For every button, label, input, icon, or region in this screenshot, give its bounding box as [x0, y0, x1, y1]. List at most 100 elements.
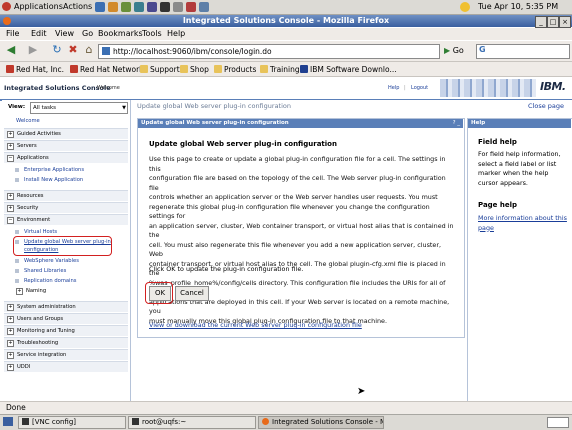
nav-section-applications[interactable]: − Applications — [4, 152, 128, 163]
menu-help[interactable]: Help — [167, 29, 185, 38]
nav-section-environment[interactable]: − Environment — [4, 214, 128, 225]
maximize-icon[interactable]: □ — [547, 16, 559, 28]
applications-menu[interactable]: Applications — [14, 2, 63, 11]
nav-section-service-integration[interactable]: + Service integration — [4, 349, 128, 360]
bookmark-folder[interactable]: Shop — [180, 65, 209, 74]
nav-section-monitoring-and-tuning[interactable]: + Monitoring and Tuning — [4, 325, 128, 336]
workspace-switcher[interactable] — [547, 417, 569, 428]
cancel-button[interactable]: Cancel — [175, 286, 209, 301]
bookmark-item[interactable]: Red Hat, Inc. — [6, 65, 64, 74]
chevron-down-icon: ▼ — [122, 105, 126, 111]
expand-icon: + — [16, 288, 23, 295]
stop-icon[interactable]: ✖ — [66, 43, 80, 57]
nav-item-enterprise-applications[interactable]: Enterprise Applications — [14, 167, 84, 173]
go-button[interactable]: ▶ Go — [444, 46, 464, 55]
clock[interactable]: Tue Apr 10, 5:35 PM — [478, 2, 558, 11]
nav-item-shared-libraries[interactable]: Shared Libraries — [14, 268, 66, 274]
writer-launcher-icon[interactable] — [121, 2, 131, 12]
minimize-icon[interactable]: _ — [535, 16, 547, 28]
banner-pattern — [440, 79, 536, 97]
window-titlebar: Integrated Solutions Console - Mozilla F… — [0, 15, 572, 27]
browser-launcher-icon[interactable] — [95, 2, 105, 12]
status-bar: Done — [0, 401, 572, 414]
field-help-heading: Field help — [478, 138, 517, 146]
nav-section-servers[interactable]: + Servers — [4, 140, 128, 151]
actions-menu[interactable]: Actions — [63, 2, 92, 11]
portlet-controls-icon[interactable]: ? _ — [453, 119, 460, 128]
forward-icon[interactable]: ▶ — [26, 43, 40, 57]
nav-section-troubleshooting[interactable]: + Troubleshooting — [4, 337, 128, 348]
go-arrow-icon: ▶ — [444, 46, 451, 55]
reload-icon[interactable]: ↻ — [50, 43, 64, 57]
close-page-link[interactable]: Close page — [528, 102, 564, 110]
expand-icon: + — [7, 364, 14, 371]
nav-item-replication-domains[interactable]: Replication domains — [15, 278, 77, 284]
page-title: Update global Web server plug-in configu… — [137, 102, 292, 110]
field-help-text: For field help information, select a fie… — [478, 150, 561, 187]
nav-welcome-link[interactable]: Welcome — [16, 118, 40, 124]
url-bar[interactable]: http://localhost:9060/ibm/console/login.… — [98, 44, 440, 59]
impress-launcher-icon[interactable] — [134, 2, 144, 12]
task-terminal[interactable]: root@uqfs:~ — [128, 416, 256, 429]
back-icon[interactable]: ◀ — [4, 43, 18, 57]
click-ok-instruction: Click OK to update the plug-in configura… — [149, 265, 304, 273]
launcher-icon[interactable] — [199, 2, 209, 12]
nav-section-uddi[interactable]: + UDDI — [4, 361, 128, 372]
page-help-link[interactable]: More information about this page — [478, 214, 567, 233]
bookmark-folder[interactable]: Products — [214, 65, 256, 74]
ibm-logo: IBM. — [540, 80, 566, 93]
view-select[interactable]: All tasks ▼ — [30, 102, 128, 114]
view-plugin-config-link[interactable]: View or download the current Web server … — [149, 321, 362, 329]
portlet-titlebar: Update global Web server plug-in configu… — [138, 119, 463, 128]
task-vnc-config[interactable]: [VNC config] — [18, 416, 126, 429]
update-notifier-icon[interactable] — [460, 2, 470, 12]
launcher-icon[interactable] — [173, 2, 183, 12]
menu-file[interactable]: File — [6, 29, 19, 38]
bookmark-folder[interactable]: Training — [260, 65, 300, 74]
nav-section-guided-activities[interactable]: + Guided Activities — [4, 128, 128, 139]
folder-icon — [214, 65, 222, 73]
go-label: Go — [452, 46, 464, 55]
expand-icon: + — [7, 304, 14, 311]
expand-icon: + — [7, 193, 14, 200]
page-icon — [102, 47, 110, 55]
nav-item-virtual-hosts[interactable]: Virtual Hosts — [14, 229, 57, 235]
highlight-ring — [145, 282, 173, 304]
terminal-launcher-icon[interactable] — [160, 2, 170, 12]
menu-bookmarks[interactable]: Bookmarks — [98, 29, 143, 38]
launcher-icon[interactable] — [186, 2, 196, 12]
home-icon[interactable]: ⌂ — [82, 43, 96, 57]
expand-icon: + — [7, 131, 14, 138]
task-firefox[interactable]: Integrated Solutions Console - M — [258, 416, 384, 429]
nav-section-system-administration[interactable]: + System administration — [4, 301, 128, 312]
bookmark-item[interactable]: Red Hat Network — [70, 65, 144, 74]
show-desktop-icon[interactable] — [3, 417, 13, 426]
menu-view[interactable]: View — [55, 29, 74, 38]
nav-section-security[interactable]: + Security — [4, 202, 128, 213]
help-link[interactable]: Help — [388, 85, 399, 91]
expand-icon: + — [7, 340, 14, 347]
bookmark-folder[interactable]: Support — [140, 65, 180, 74]
folder-icon — [140, 65, 148, 73]
nav-item-naming[interactable]: + Naming — [16, 288, 46, 295]
highlight-ring — [13, 236, 112, 256]
mail-launcher-icon[interactable] — [108, 2, 118, 12]
nav-section-users-and-groups[interactable]: + Users and Groups — [4, 313, 128, 324]
logout-link[interactable]: Logout — [411, 85, 428, 91]
redhat-icon[interactable] — [2, 2, 11, 11]
menu-go[interactable]: Go — [82, 29, 93, 38]
nav-section-resources[interactable]: + Resources — [4, 190, 128, 201]
redhat-icon — [6, 65, 14, 73]
calc-launcher-icon[interactable] — [147, 2, 157, 12]
menu-edit[interactable]: Edit — [31, 29, 47, 38]
close-icon[interactable]: × — [559, 16, 571, 28]
terminal-icon — [22, 418, 29, 425]
gnome-top-panel: Applications Actions Tue Apr 10, 5:35 PM — [0, 0, 572, 15]
bookmark-item[interactable]: IBM Software Downlo... — [300, 65, 397, 74]
collapse-icon: − — [7, 155, 14, 162]
console-banner: Integrated Solutions Console Welcome Hel… — [0, 77, 572, 101]
nav-item-websphere-variables[interactable]: WebSphere Variables — [15, 258, 79, 264]
search-bar[interactable]: G — [476, 44, 570, 59]
menu-tools[interactable]: Tools — [142, 29, 162, 38]
nav-item-install-new-application[interactable]: Install New Application — [14, 177, 83, 183]
